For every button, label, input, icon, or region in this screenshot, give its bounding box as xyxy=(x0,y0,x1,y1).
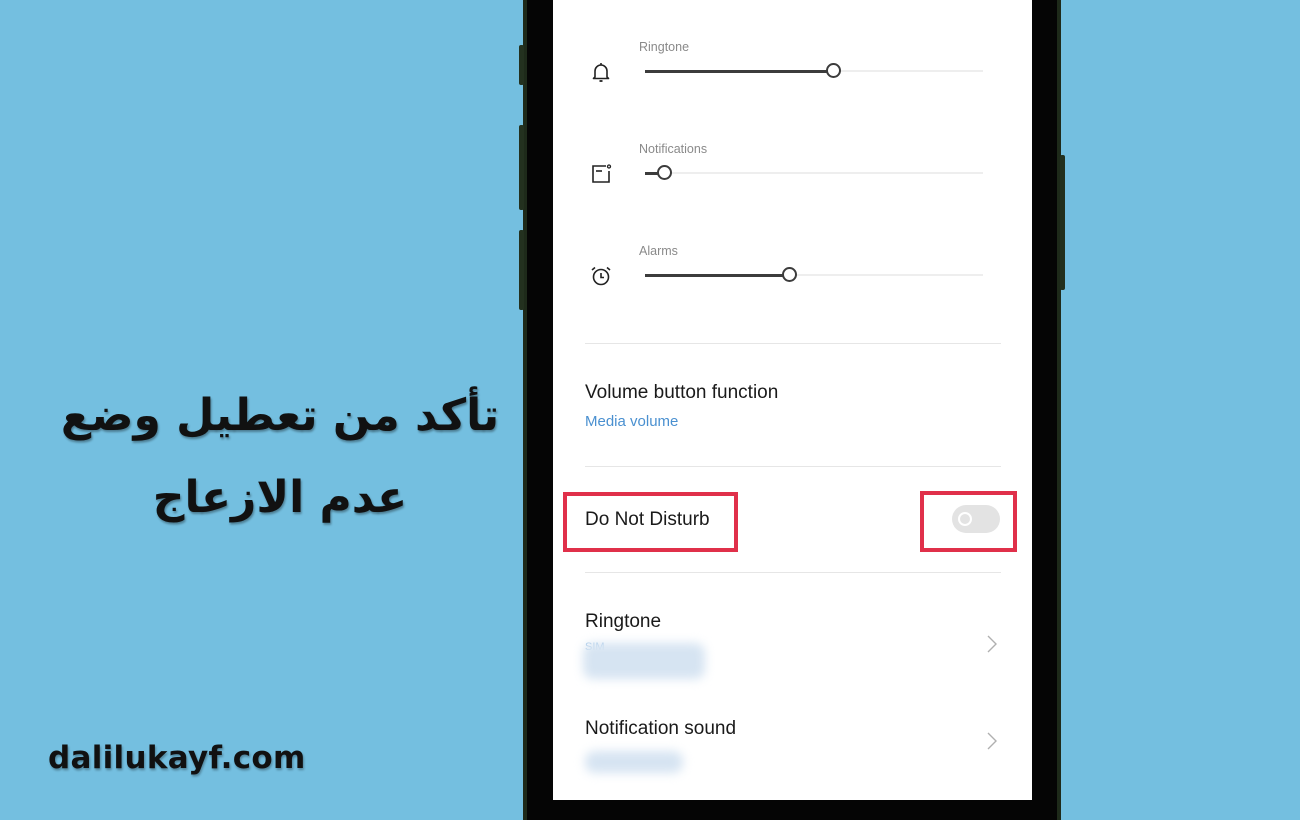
phone-screen: Ringtone Notifications Alarms Volume but… xyxy=(553,0,1032,800)
slider-fill xyxy=(645,273,791,277)
slider-thumb[interactable] xyxy=(826,63,842,78)
watermark: dalilukayf.com xyxy=(48,740,306,776)
slider-thumb[interactable] xyxy=(782,267,798,282)
divider xyxy=(585,466,1001,467)
slider-track[interactable] xyxy=(645,63,983,78)
item-title: Notification sound xyxy=(585,718,737,739)
side-button xyxy=(1060,155,1065,290)
highlight-box-toggle xyxy=(920,491,1017,552)
slider-label: Notifications xyxy=(639,142,708,156)
alarm-clock-icon xyxy=(591,266,611,286)
notification-icon xyxy=(592,164,612,183)
volume-slider-notifications: Notifications xyxy=(553,142,1032,222)
blurred-value xyxy=(583,643,705,679)
item-title: Ringtone xyxy=(585,611,662,632)
caption-line-2: عدم الازعاج xyxy=(152,472,408,523)
volume-slider-ringtone: Ringtone xyxy=(553,40,1032,120)
side-button xyxy=(519,45,524,85)
item-title: Volume button function xyxy=(585,382,779,403)
divider xyxy=(585,343,1001,344)
arabic-caption: تأكد من تعطيل وضع عدم الازعاج xyxy=(60,375,500,539)
chevron-right-icon xyxy=(987,732,997,750)
chevron-right-icon xyxy=(987,635,997,653)
slider-track[interactable] xyxy=(645,267,983,282)
side-button xyxy=(519,125,524,210)
slider-label: Ringtone xyxy=(639,40,690,54)
item-value: Media volume xyxy=(585,413,679,430)
side-button xyxy=(519,230,524,310)
slider-track[interactable] xyxy=(645,165,983,180)
volume-slider-alarms: Alarms xyxy=(553,244,1032,324)
blurred-value xyxy=(585,751,683,773)
highlight-box-label xyxy=(563,492,738,552)
caption-line-1: تأكد من تعطيل وضع xyxy=(60,390,500,441)
slider-thumb[interactable] xyxy=(657,165,673,180)
bell-icon xyxy=(592,63,610,82)
slider-fill xyxy=(645,69,835,73)
divider xyxy=(585,572,1001,573)
slider-label: Alarms xyxy=(639,244,678,258)
